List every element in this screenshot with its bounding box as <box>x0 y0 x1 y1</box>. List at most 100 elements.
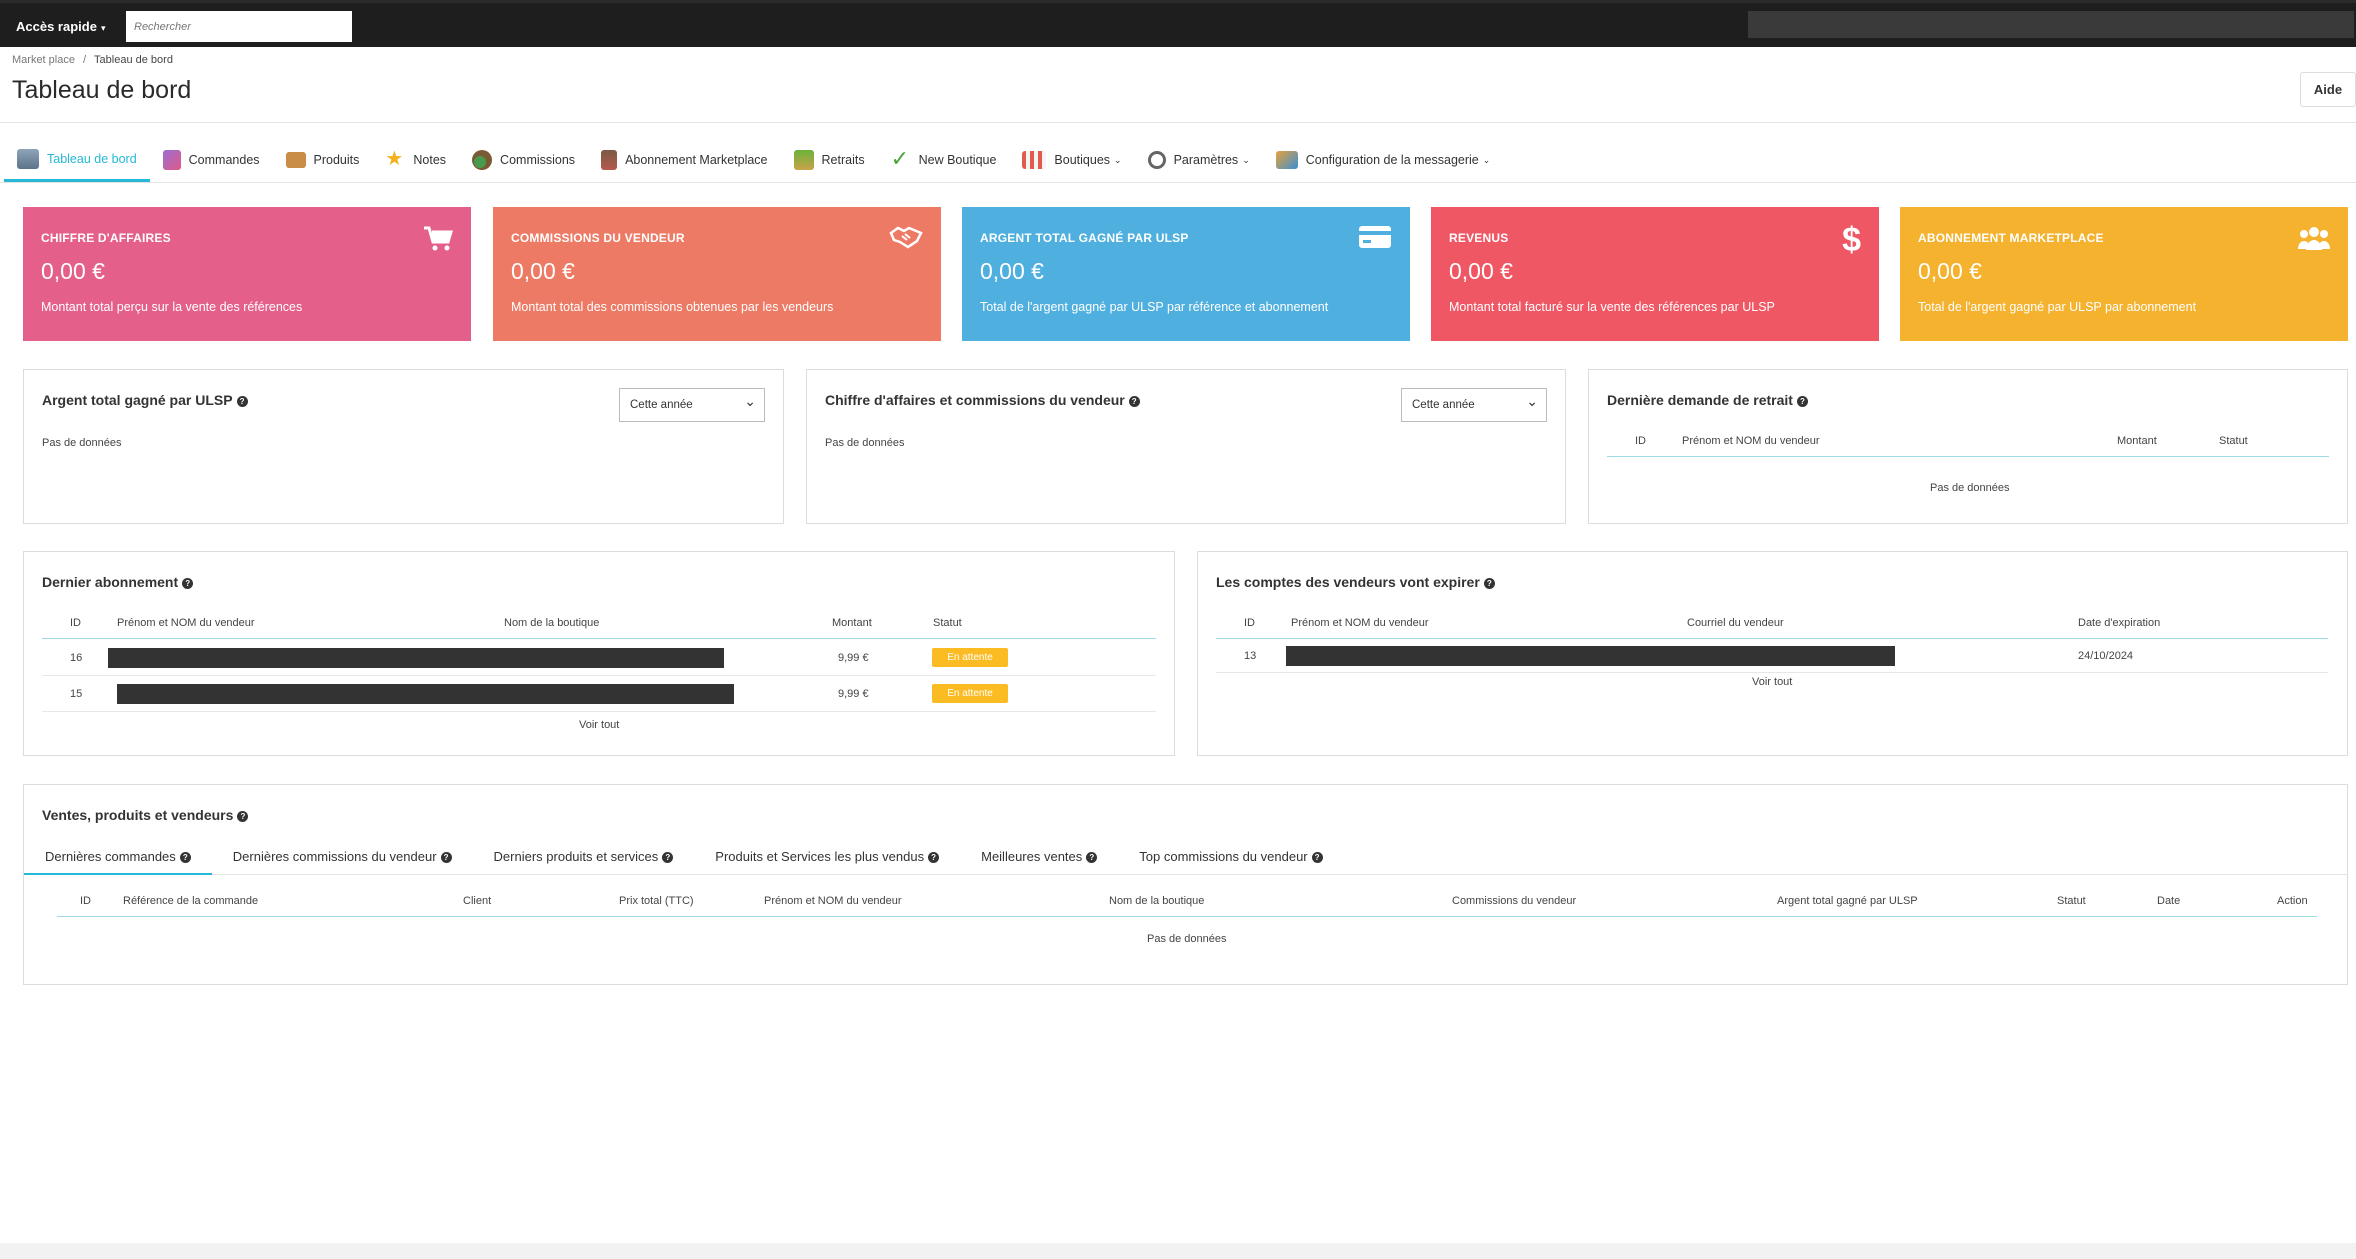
period-select[interactable]: Cette année <box>1401 385 1547 422</box>
column-header: Courriel du vendeur <box>1687 617 1784 629</box>
column-header: ID <box>1244 617 1255 629</box>
redacted-content <box>108 648 724 668</box>
kpi-description: Montant total facturé sur la vente des r… <box>1449 300 1775 314</box>
column-header: Nom de la boutique <box>504 617 600 629</box>
sales-tabs: Dernières commandes? Dernières commissio… <box>24 839 1344 875</box>
cart-icon <box>423 225 454 259</box>
kpi-card-marketplace-subscription: ABONNEMENT MARKETPLACE 0,00 € Total de l… <box>1900 207 2348 341</box>
help-icon: ? <box>928 852 940 863</box>
panel-ulsp-earnings: Argent total gagné par ULSP? Cette année… <box>23 369 784 524</box>
table-row[interactable]: 13 24/10/2024 <box>1216 640 2328 673</box>
breadcrumb-link-marketplace[interactable]: Market place <box>12 54 75 66</box>
coins-icon <box>472 150 493 170</box>
panel-title: Dernière demande de retrait? <box>1607 392 1808 408</box>
redacted-content <box>117 684 734 704</box>
row-id: 15 <box>70 688 83 700</box>
nav-tab-new-shop[interactable]: ✓ New Boutique <box>878 138 1010 182</box>
see-all-link[interactable]: Voir tout <box>1752 676 1792 688</box>
column-header: Statut <box>2219 435 2248 447</box>
kpi-title: ABONNEMENT MARKETPLACE <box>1918 231 2104 245</box>
page-title: Tableau de bord <box>12 76 192 104</box>
table-row[interactable]: 15 9,99 € En attente <box>42 676 1156 712</box>
nav-label: Abonnement Marketplace <box>625 153 768 167</box>
panel-title: Dernier abonnement? <box>42 574 194 590</box>
kpi-value: 0,00 € <box>1918 258 1982 284</box>
nav-label: Commandes <box>188 153 260 167</box>
column-header: Prix total (TTC) <box>619 895 694 907</box>
tab-latest-vendor-commissions[interactable]: Dernières commissions du vendeur? <box>212 839 473 875</box>
footer-bar <box>0 1243 2356 1259</box>
column-header: Prénom et NOM du vendeur <box>1682 435 1820 447</box>
help-icon[interactable]: ? <box>182 578 194 589</box>
tab-latest-products[interactable]: Derniers produits et services? <box>473 839 695 875</box>
panel-revenue-commissions: Chiffre d'affaires et commissions du ven… <box>806 369 1566 524</box>
chevron-down-icon: ⌄ <box>1242 154 1250 165</box>
column-header: Date <box>2157 895 2181 907</box>
breadcrumb-current: Tableau de bord <box>94 54 173 66</box>
chevron-down-icon: ⌄ <box>1114 154 1122 165</box>
no-data-text: Pas de données <box>1930 482 2010 494</box>
panel-expiring-accounts: Les comptes des vendeurs vont expirer? I… <box>1197 551 2348 756</box>
kpi-value: 0,00 € <box>1449 258 1513 284</box>
star-icon: ★ <box>385 148 404 170</box>
panel-title: Ventes, produits et vendeurs? <box>42 807 249 823</box>
help-icon[interactable]: ? <box>1128 396 1140 407</box>
kpi-description: Total de l'argent gagné par ULSP par abo… <box>1918 300 2197 314</box>
column-header: Prénom et NOM du vendeur <box>764 895 902 907</box>
period-select[interactable]: Cette année <box>619 385 765 422</box>
nav-tab-commissions[interactable]: Commissions <box>459 138 588 182</box>
breadcrumb-separator: / <box>82 54 87 66</box>
kpi-title: REVENUS <box>1449 231 1509 245</box>
column-header: Date d'expiration <box>2078 617 2161 629</box>
nav-tab-settings[interactable]: Paramètres ⌄ <box>1135 138 1263 182</box>
nav-label: Notes <box>413 153 447 167</box>
tab-best-sales[interactable]: Meilleures ventes? <box>960 839 1118 875</box>
check-icon: ✓ <box>890 146 910 171</box>
topbar-user-area[interactable] <box>1748 11 2354 38</box>
help-icon: ? <box>179 852 191 863</box>
redacted-content <box>1286 646 1895 666</box>
nav-divider <box>0 182 2356 183</box>
nav-label: Configuration de la messagerie <box>1305 153 1479 167</box>
quick-access-menu[interactable]: Accès rapide ▾ <box>16 19 105 34</box>
nav-tab-shops[interactable]: Boutiques ⌄ <box>1009 138 1134 182</box>
nav-label: Paramètres <box>1173 153 1239 167</box>
column-header: Montant <box>2117 435 2157 447</box>
kpi-title: COMMISSIONS DU VENDEUR <box>511 231 685 245</box>
help-icon[interactable]: ? <box>236 396 248 407</box>
nav-tab-dashboard[interactable]: Tableau de bord <box>4 138 150 182</box>
top-bar: Accès rapide ▾ <box>0 0 2356 47</box>
help-icon[interactable]: ? <box>237 811 249 822</box>
no-data-text: Pas de données <box>825 437 905 449</box>
panel-title: Argent total gagné par ULSP? <box>42 392 248 408</box>
nav-tab-orders[interactable]: Commandes <box>150 138 273 182</box>
nav-tab-messaging-config[interactable]: Configuration de la messagerie ⌄ <box>1263 138 1504 182</box>
caret-down-icon: ▾ <box>100 23 106 33</box>
status-badge: En attente <box>932 684 1008 703</box>
table-header: ID Prénom et NOM du vendeur Montant Stat… <box>1607 435 2329 457</box>
column-header: Action <box>2277 895 2308 907</box>
row-amount: 9,99 € <box>838 688 869 700</box>
nav-tab-subscription[interactable]: Abonnement Marketplace <box>588 138 780 182</box>
column-header: ID <box>70 617 81 629</box>
users-icon <box>2298 225 2330 257</box>
table-row[interactable]: 16 9,99 € En attente <box>42 640 1156 676</box>
money-hand-icon <box>793 150 814 170</box>
header-divider <box>0 122 2356 123</box>
panel-last-withdrawal: Dernière demande de retrait? ID Prénom e… <box>1588 369 2348 524</box>
tab-best-selling-products[interactable]: Produits et Services les plus vendus? <box>694 839 960 875</box>
nav-tab-notes[interactable]: ★ Notes <box>372 138 459 182</box>
tab-latest-orders[interactable]: Dernières commandes? <box>24 839 212 875</box>
tab-top-vendor-commissions[interactable]: Top commissions du vendeur? <box>1118 839 1343 875</box>
table-header: ID Prénom et NOM du vendeur Nom de la bo… <box>42 617 1156 639</box>
panel-title: Les comptes des vendeurs vont expirer? <box>1216 574 1495 590</box>
help-button[interactable]: Aide <box>2300 72 2356 107</box>
no-data-text: Pas de données <box>42 437 122 449</box>
search-input[interactable] <box>126 11 352 42</box>
nav-tab-withdrawals[interactable]: Retraits <box>781 138 878 182</box>
see-all-link[interactable]: Voir tout <box>579 719 619 731</box>
nav-tab-products[interactable]: Produits <box>273 138 373 182</box>
help-icon[interactable]: ? <box>1796 396 1808 407</box>
table-header: ID Prénom et NOM du vendeur Courriel du … <box>1216 617 2328 639</box>
help-icon[interactable]: ? <box>1483 578 1495 589</box>
